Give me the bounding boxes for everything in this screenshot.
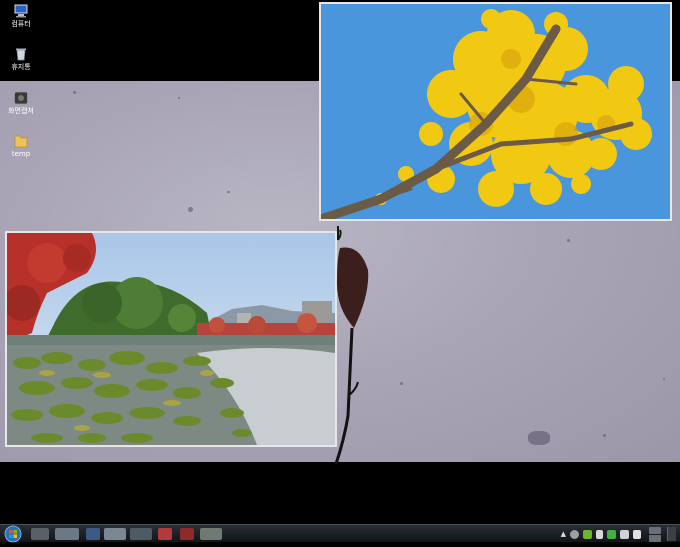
taskbar: ▲ (0, 524, 680, 543)
windows-logo-icon (4, 525, 22, 543)
taskbar-app-6[interactable] (158, 528, 172, 540)
desktop-icon-label: 휴지통 (11, 63, 31, 71)
taskbar-app-1[interactable] (31, 528, 49, 540)
desktop-icon-temp[interactable]: temp (4, 134, 38, 158)
desktop-icon-computer[interactable]: 컴퓨터 (4, 4, 38, 28)
desktop-icon-label: 컴퓨터 (11, 20, 31, 28)
ginkgo-tree-image (321, 4, 670, 219)
tray-nvidia-icon[interactable] (583, 529, 592, 539)
desktop-icon-capture[interactable]: 화면캡쳐 (4, 91, 38, 115)
taskbar-app-4[interactable] (104, 528, 126, 540)
tray-network-icon[interactable] (620, 529, 629, 539)
system-tray: ▲ (561, 525, 676, 543)
folder-icon (13, 134, 29, 148)
start-button[interactable] (3, 525, 23, 543)
lotus-pond-image (7, 233, 335, 445)
clock-date-block (649, 534, 661, 542)
computer-icon (13, 4, 29, 18)
lotus-pond-photo-window[interactable] (5, 231, 337, 447)
clock-time-block (649, 526, 661, 534)
taskbar-app-5[interactable] (130, 528, 152, 540)
taskbar-app-2[interactable] (55, 528, 79, 540)
desktop-icon-label: 화면캡쳐 (8, 107, 34, 115)
tray-info-icon[interactable] (570, 529, 579, 539)
taskbar-app-8[interactable] (200, 528, 222, 540)
show-desktop-button[interactable] (667, 527, 676, 541)
taskbar-app-3[interactable] (86, 528, 100, 540)
camera-app-icon (13, 91, 29, 105)
desktop-icon-label: temp (11, 150, 31, 158)
taskbar-app-7[interactable] (180, 528, 194, 540)
desktop: 컴퓨터 휴지통 화면캡쳐 temp (0, 0, 680, 524)
recycle-bin-icon (13, 47, 29, 61)
tray-expand-icon[interactable]: ▲ (561, 530, 566, 538)
tray-flag-icon[interactable] (596, 529, 603, 539)
tray-volume-icon[interactable] (633, 529, 641, 539)
desktop-icon-recycle-bin[interactable]: 휴지통 (4, 47, 38, 71)
tray-green-app-icon[interactable] (607, 529, 616, 539)
leaf-branch-silhouette (334, 226, 369, 464)
tray-clock[interactable] (649, 526, 661, 542)
ginkgo-photo-window[interactable] (319, 2, 672, 221)
